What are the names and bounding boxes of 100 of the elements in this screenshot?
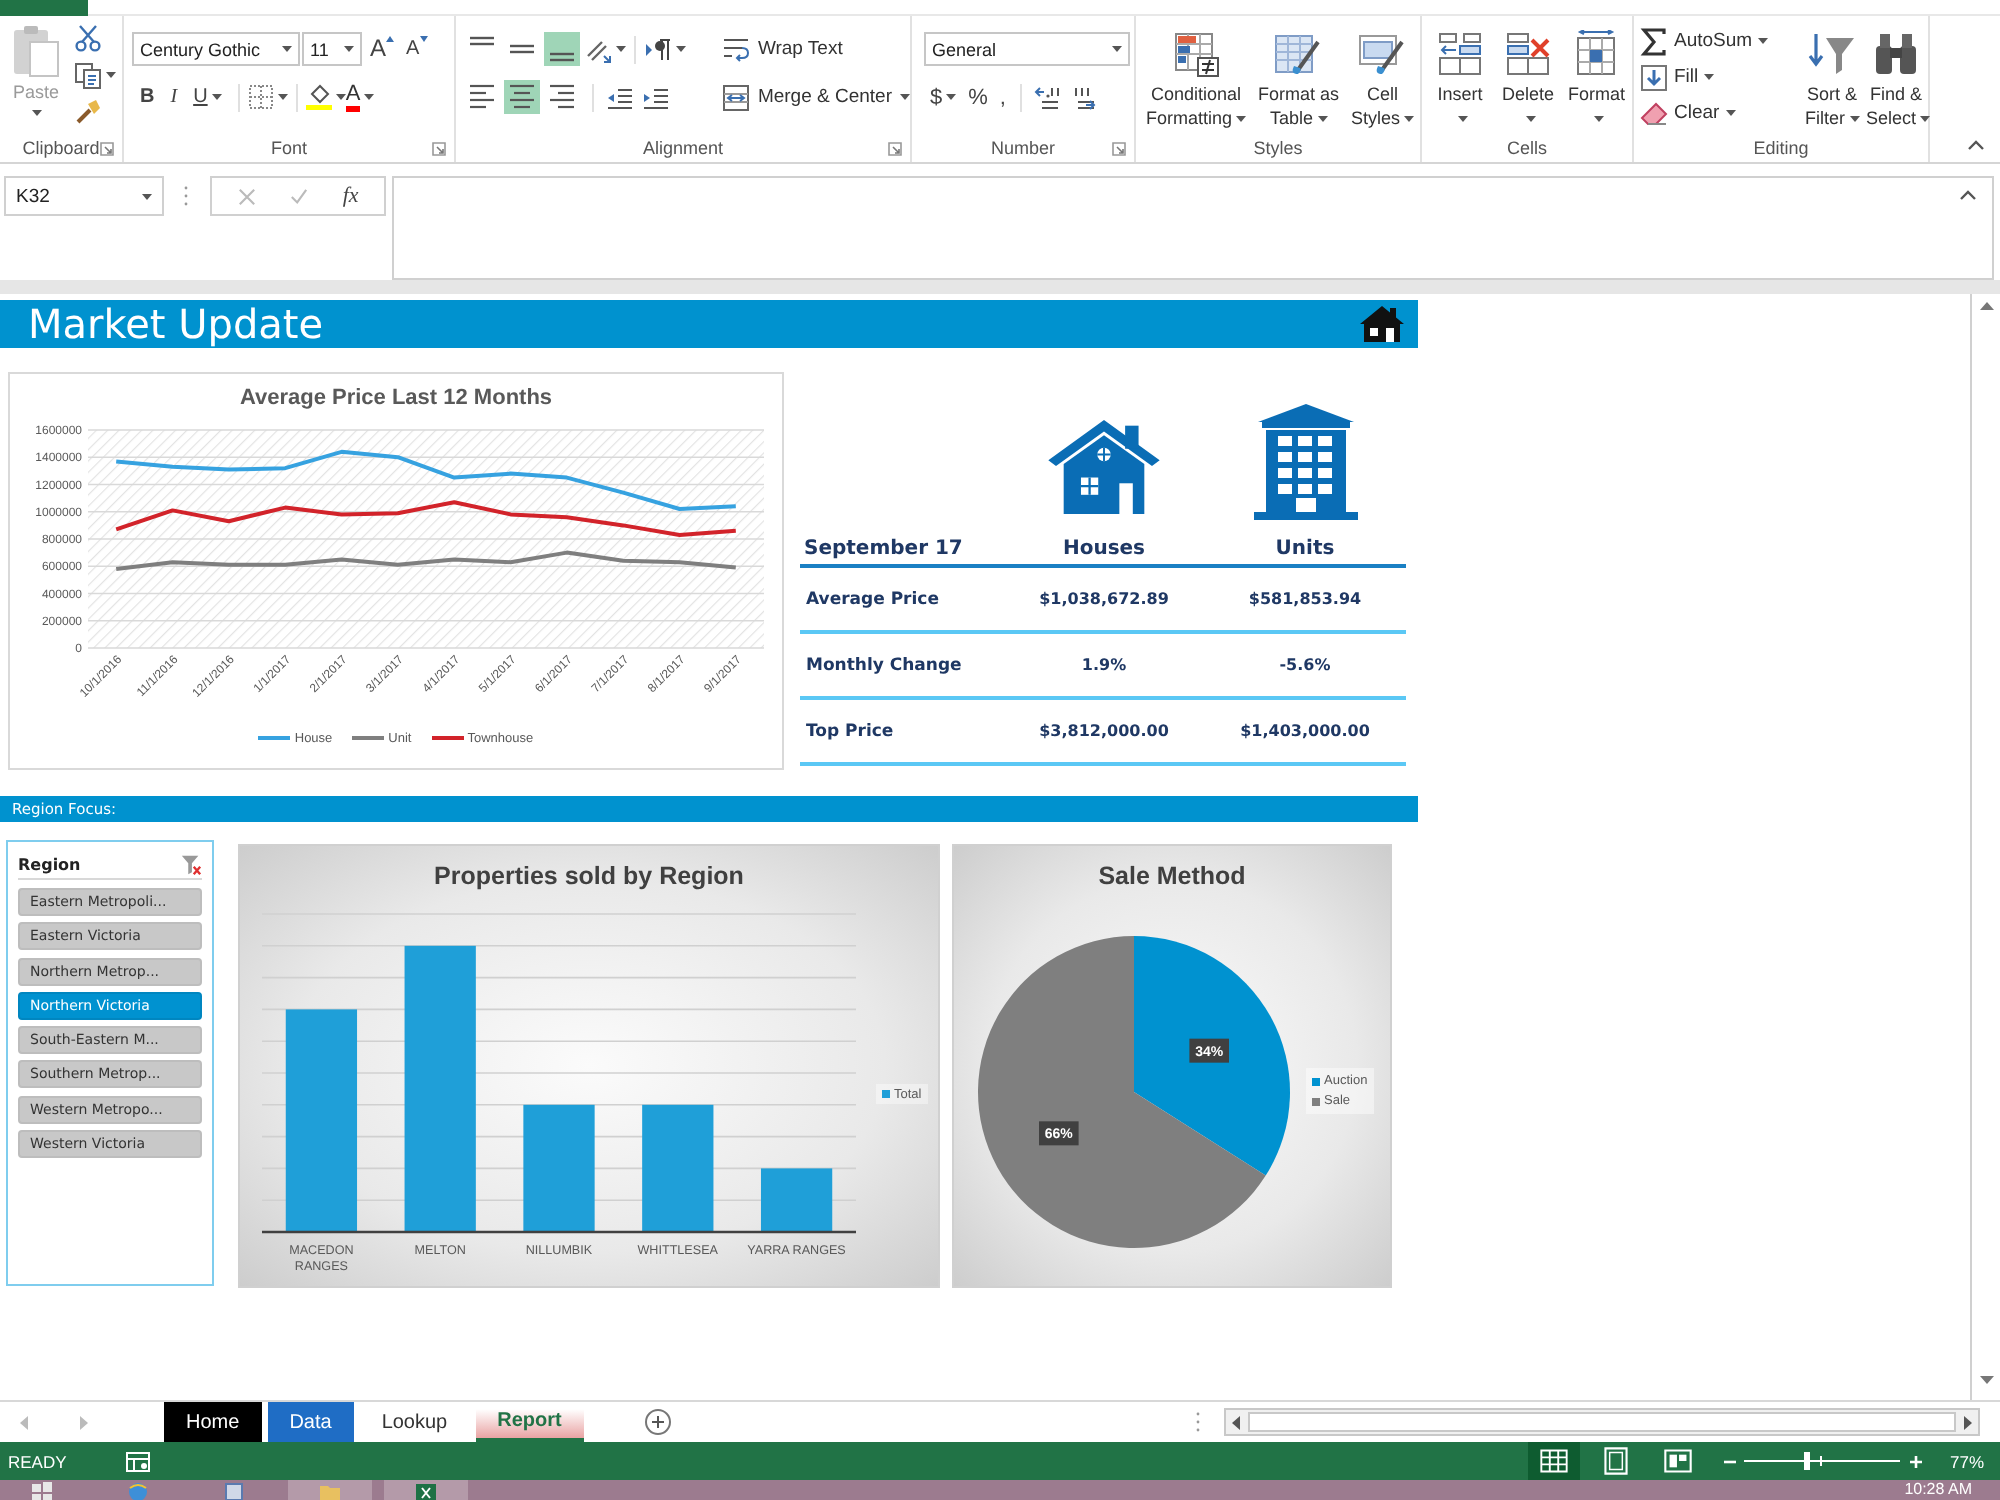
delete-button[interactable]: Delete: [1494, 24, 1562, 134]
zoom-level[interactable]: 77%: [1949, 1451, 1984, 1471]
caret-icon: [364, 94, 375, 100]
cell-styles-button[interactable]: Cell Styles: [1345, 24, 1421, 134]
group-label: Styles: [1253, 138, 1303, 158]
font-size-select[interactable]: 11: [302, 32, 362, 66]
grow-font-button[interactable]: A: [370, 32, 398, 66]
fill-color-button[interactable]: [305, 80, 346, 114]
number-format-select[interactable]: General: [924, 32, 1130, 66]
taskbar-button[interactable]: [384, 1480, 468, 1500]
formula-input[interactable]: [392, 176, 1994, 280]
caret-icon: [1704, 74, 1715, 80]
horizontal-scrollbar[interactable]: [1224, 1408, 1980, 1436]
autosum-button[interactable]: AutoSum: [1640, 24, 1800, 58]
chart-title: Average Price Last 12 Months: [239, 386, 553, 414]
check-icon[interactable]: [290, 187, 309, 205]
scroll-up-icon[interactable]: [1979, 302, 1993, 310]
comma-button[interactable]: ,: [993, 80, 1012, 114]
apartment-building-icon: [1253, 404, 1357, 520]
bottom-align-icon[interactable]: [544, 32, 580, 66]
diagonal-text-icon: [584, 35, 612, 63]
shrink-font-button[interactable]: A: [406, 32, 434, 66]
scroll-left-icon[interactable]: [1232, 1415, 1240, 1429]
fill-down-icon: [1640, 63, 1668, 91]
dialog-launcher-icon[interactable]: [888, 141, 902, 155]
name-box[interactable]: K32: [4, 176, 164, 216]
increase-decimal-icon[interactable]: [1033, 83, 1062, 111]
group-label: Number: [990, 138, 1055, 158]
sigma-icon: [1640, 27, 1668, 55]
caret-icon: [106, 72, 116, 78]
delete-cells-icon: [1504, 29, 1552, 77]
caret-icon: [1457, 115, 1467, 122]
table-cell-text: $3,812,000.00: [1037, 722, 1171, 740]
scroll-down-icon[interactable]: [1979, 1376, 1993, 1384]
wrap-text-button[interactable]: Wrap Text: [721, 32, 910, 66]
caret-icon: [1525, 115, 1535, 122]
paragraph-icon: [644, 35, 672, 63]
percent-button[interactable]: %: [962, 80, 994, 114]
clear-filter-icon[interactable]: [180, 853, 202, 875]
add-sheet-icon[interactable]: [643, 1408, 672, 1436]
format-button[interactable]: Format: [1562, 24, 1630, 134]
normal-view-icon[interactable]: [1527, 1442, 1580, 1480]
bold-button[interactable]: B: [132, 80, 163, 114]
find-select-button[interactable]: Find & Select: [1864, 24, 1928, 134]
dialog-launcher-icon[interactable]: [100, 141, 114, 155]
italic-button[interactable]: I: [162, 80, 186, 114]
zoom-slider-thumb[interactable]: [1803, 1452, 1810, 1470]
vertical-scrollbar[interactable]: [1970, 294, 2000, 1400]
dialog-launcher-icon[interactable]: [1112, 141, 1126, 155]
sheet-tab[interactable]: Lookup: [359, 1402, 470, 1442]
caret-icon: [211, 94, 222, 100]
decrease-indent-icon[interactable]: [606, 83, 634, 111]
caret-up-icon[interactable]: [1960, 190, 1976, 200]
group-label: Editing: [1753, 138, 1809, 158]
caret-icon: [900, 94, 910, 100]
align-left-icon[interactable]: [464, 80, 500, 114]
globe-icon: [128, 1480, 148, 1500]
currency-button[interactable]: $: [924, 80, 963, 114]
align-right-icon[interactable]: [544, 80, 580, 114]
format-as-table-button[interactable]: Format as Table: [1252, 24, 1346, 134]
merge-center-button[interactable]: Merge & Center: [721, 80, 910, 114]
collapse-ribbon-icon[interactable]: [1968, 140, 1984, 150]
dashboard-title: Market Update: [28, 300, 324, 348]
increase-indent-icon[interactable]: [642, 83, 670, 111]
caret-icon: [1236, 115, 1247, 122]
macro-record-icon[interactable]: [126, 1451, 151, 1471]
font-color-button[interactable]: A: [345, 80, 375, 114]
fill-button[interactable]: Fill: [1640, 60, 1800, 94]
copy-button[interactable]: [74, 58, 116, 92]
decrease-decimal-icon[interactable]: [1069, 83, 1098, 111]
caret-icon: [616, 46, 626, 52]
legend-line-icon: [352, 736, 385, 740]
conditional-formatting-button[interactable]: Conditional Formatting: [1140, 24, 1253, 134]
underline-button[interactable]: U: [185, 80, 230, 114]
group-label: Alignment: [642, 138, 724, 158]
scroll-right-icon[interactable]: [1964, 1415, 1972, 1429]
dialog-launcher-icon[interactable]: [432, 141, 446, 155]
house-icon[interactable]: [1358, 304, 1406, 344]
insert-function-button[interactable]: fx: [342, 184, 359, 208]
align-center-icon[interactable]: [504, 80, 540, 114]
column-header: Houses: [1060, 538, 1148, 560]
borders-button[interactable]: [247, 80, 288, 114]
font-name-select[interactable]: Century Gothic: [132, 32, 300, 66]
clear-button[interactable]: Clear: [1640, 96, 1800, 130]
table-brush-icon: [1274, 29, 1323, 77]
caret-icon: [1920, 115, 1931, 122]
chart-title: Properties sold by Region: [434, 862, 744, 894]
house-icon: [1048, 418, 1160, 514]
plus-icon[interactable]: [1907, 1453, 1924, 1469]
column-header: Units: [1273, 538, 1337, 560]
spreadsheet-icon: [416, 1480, 436, 1500]
insert-button[interactable]: Insert: [1426, 24, 1494, 134]
clock[interactable]: 10:28 AM: [1904, 1480, 1972, 1500]
sheet-tab[interactable]: Data: [267, 1402, 354, 1442]
scissors-icon[interactable]: [74, 24, 102, 52]
sheet-tab[interactable]: Home: [164, 1402, 262, 1442]
caret-icon: [946, 94, 957, 100]
column-header: September 17: [802, 538, 965, 560]
paintbrush-icon[interactable]: [74, 98, 102, 126]
sort-filter-button[interactable]: Sort & Filter: [1800, 24, 1864, 134]
